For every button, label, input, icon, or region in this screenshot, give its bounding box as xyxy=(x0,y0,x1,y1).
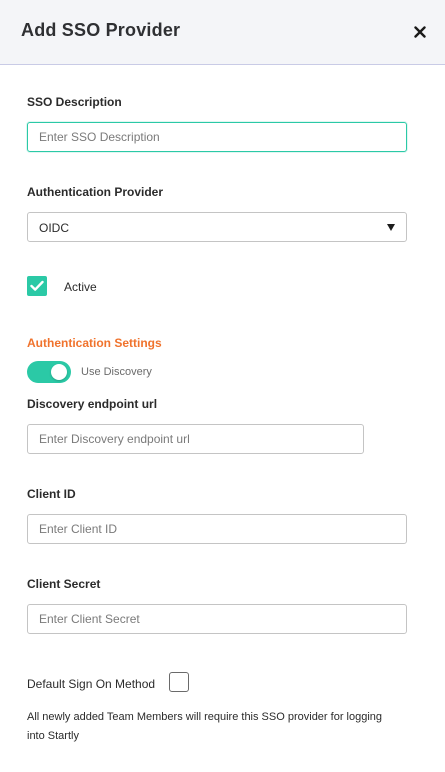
client-id-label: Client ID xyxy=(27,487,76,501)
close-button[interactable] xyxy=(410,22,430,42)
add-sso-provider-panel: Add SSO Provider SSO Description Authent… xyxy=(0,0,445,772)
checkmark-icon xyxy=(30,280,44,291)
default-sign-on-checkbox[interactable] xyxy=(169,672,189,692)
active-checkbox[interactable] xyxy=(27,276,47,296)
close-icon xyxy=(414,26,426,38)
authentication-provider-label: Authentication Provider xyxy=(27,185,164,199)
panel-title: Add SSO Provider xyxy=(21,20,181,40)
authentication-settings-title: Authentication Settings xyxy=(27,336,162,350)
use-discovery-label: Use Discovery xyxy=(81,366,152,378)
active-label: Active xyxy=(64,280,97,294)
use-discovery-toggle[interactable] xyxy=(27,361,71,383)
default-sign-on-label: Default Sign On Method xyxy=(27,677,156,691)
discovery-endpoint-input[interactable] xyxy=(27,424,364,454)
caret-down-icon xyxy=(387,224,395,231)
authentication-provider-selected-value: OIDC xyxy=(39,221,69,235)
toggle-knob xyxy=(51,364,67,380)
client-secret-input[interactable] xyxy=(27,604,407,634)
authentication-provider-select[interactable]: OIDC xyxy=(27,212,407,242)
client-id-input[interactable] xyxy=(27,514,407,544)
sso-description-label: SSO Description xyxy=(27,95,122,109)
default-sign-on-note: All newly added Team Members will requir… xyxy=(27,711,383,742)
sso-description-input[interactable] xyxy=(27,122,407,152)
discovery-endpoint-label: Discovery endpoint url xyxy=(27,397,158,411)
client-secret-label: Client Secret xyxy=(27,577,101,591)
panel-header: Add SSO Provider xyxy=(0,0,445,65)
